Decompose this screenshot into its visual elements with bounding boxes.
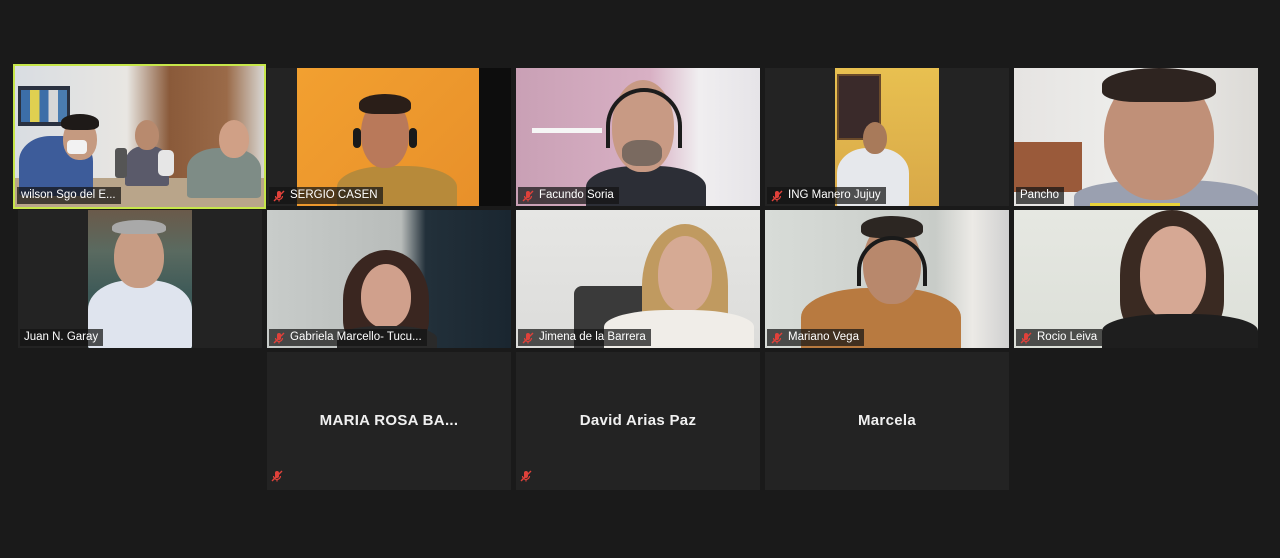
- muted-mic-icon: [771, 332, 783, 344]
- video-feed: [765, 210, 1009, 348]
- video-feed: [267, 210, 511, 348]
- participant-name: ING Manero Jujuy: [788, 189, 881, 201]
- muted-mic-icon: [522, 332, 534, 344]
- muted-mic-icon: [1020, 332, 1032, 344]
- participant-name-tag: Gabriela Marcello- Tucu...: [269, 329, 427, 346]
- participant-name: Juan N. Garay: [24, 331, 99, 343]
- speaking-indicator: [1090, 203, 1180, 206]
- participant-tile-mariano[interactable]: Mariano Vega: [765, 210, 1009, 348]
- video-feed: [15, 66, 264, 207]
- participant-tile-jimena[interactable]: Jimena de la Barrera: [516, 210, 760, 348]
- muted-mic-icon: [273, 332, 285, 344]
- participant-name-tag: Juan N. Garay: [20, 329, 104, 346]
- participant-tile-wilson[interactable]: wilson Sgo del E...: [13, 64, 266, 209]
- muted-mic-icon: [271, 469, 283, 487]
- participant-name: MARIA ROSA BA...: [319, 412, 459, 429]
- participant-name: Gabriela Marcello- Tucu...: [290, 331, 422, 343]
- participant-name-tag: Pancho: [1016, 187, 1065, 204]
- participant-tile-marcela[interactable]: Marcela: [765, 352, 1009, 490]
- participant-name-tag: ING Manero Jujuy: [767, 187, 886, 204]
- muted-mic-icon: [520, 469, 532, 487]
- participant-name: wilson Sgo del E...: [21, 189, 116, 201]
- participant-name: Pancho: [1020, 189, 1060, 201]
- video-feed: [835, 68, 939, 206]
- participant-name: Jimena de la Barrera: [539, 331, 646, 343]
- participant-tile-pancho[interactable]: Pancho: [1014, 68, 1258, 206]
- participant-tile-juan[interactable]: Juan N. Garay: [18, 210, 262, 348]
- video-feed: [88, 210, 192, 348]
- participant-name-tag: Facundo Soria: [518, 187, 619, 204]
- muted-mic-icon: [522, 190, 534, 202]
- participant-name: David Arias Paz: [579, 412, 697, 429]
- video-feed: [1014, 68, 1258, 206]
- participant-name-tag: Rocio Leiva: [1016, 329, 1103, 346]
- participant-tile-david[interactable]: David Arias Paz: [516, 352, 760, 490]
- video-feed: [297, 68, 479, 206]
- participant-tile-manero[interactable]: ING Manero Jujuy: [765, 68, 1009, 206]
- participant-name-tag: SERGIO CASEN: [269, 187, 383, 204]
- participant-tile-sergio[interactable]: SERGIO CASEN: [267, 68, 511, 206]
- participant-tile-maria-rosa[interactable]: MARIA ROSA BA...: [267, 352, 511, 490]
- video-feed: [1014, 210, 1258, 348]
- participant-name-tag: Jimena de la Barrera: [518, 329, 651, 346]
- participant-name: Marcela: [858, 412, 916, 429]
- participant-name: Rocio Leiva: [1037, 331, 1098, 343]
- participant-tile-rocio[interactable]: Rocio Leiva: [1014, 210, 1258, 348]
- participant-tile-gabriela[interactable]: Gabriela Marcello- Tucu...: [267, 210, 511, 348]
- participant-name: Facundo Soria: [539, 189, 614, 201]
- participant-name: SERGIO CASEN: [290, 189, 378, 201]
- participant-name-tag: wilson Sgo del E...: [17, 187, 121, 204]
- participant-tile-facundo[interactable]: Facundo Soria: [516, 68, 760, 206]
- muted-mic-icon: [771, 190, 783, 202]
- participant-name-tag: Mariano Vega: [767, 329, 864, 346]
- video-feed: [516, 68, 760, 206]
- muted-mic-icon: [273, 190, 285, 202]
- video-feed: [516, 210, 760, 348]
- participant-name: Mariano Vega: [788, 331, 859, 343]
